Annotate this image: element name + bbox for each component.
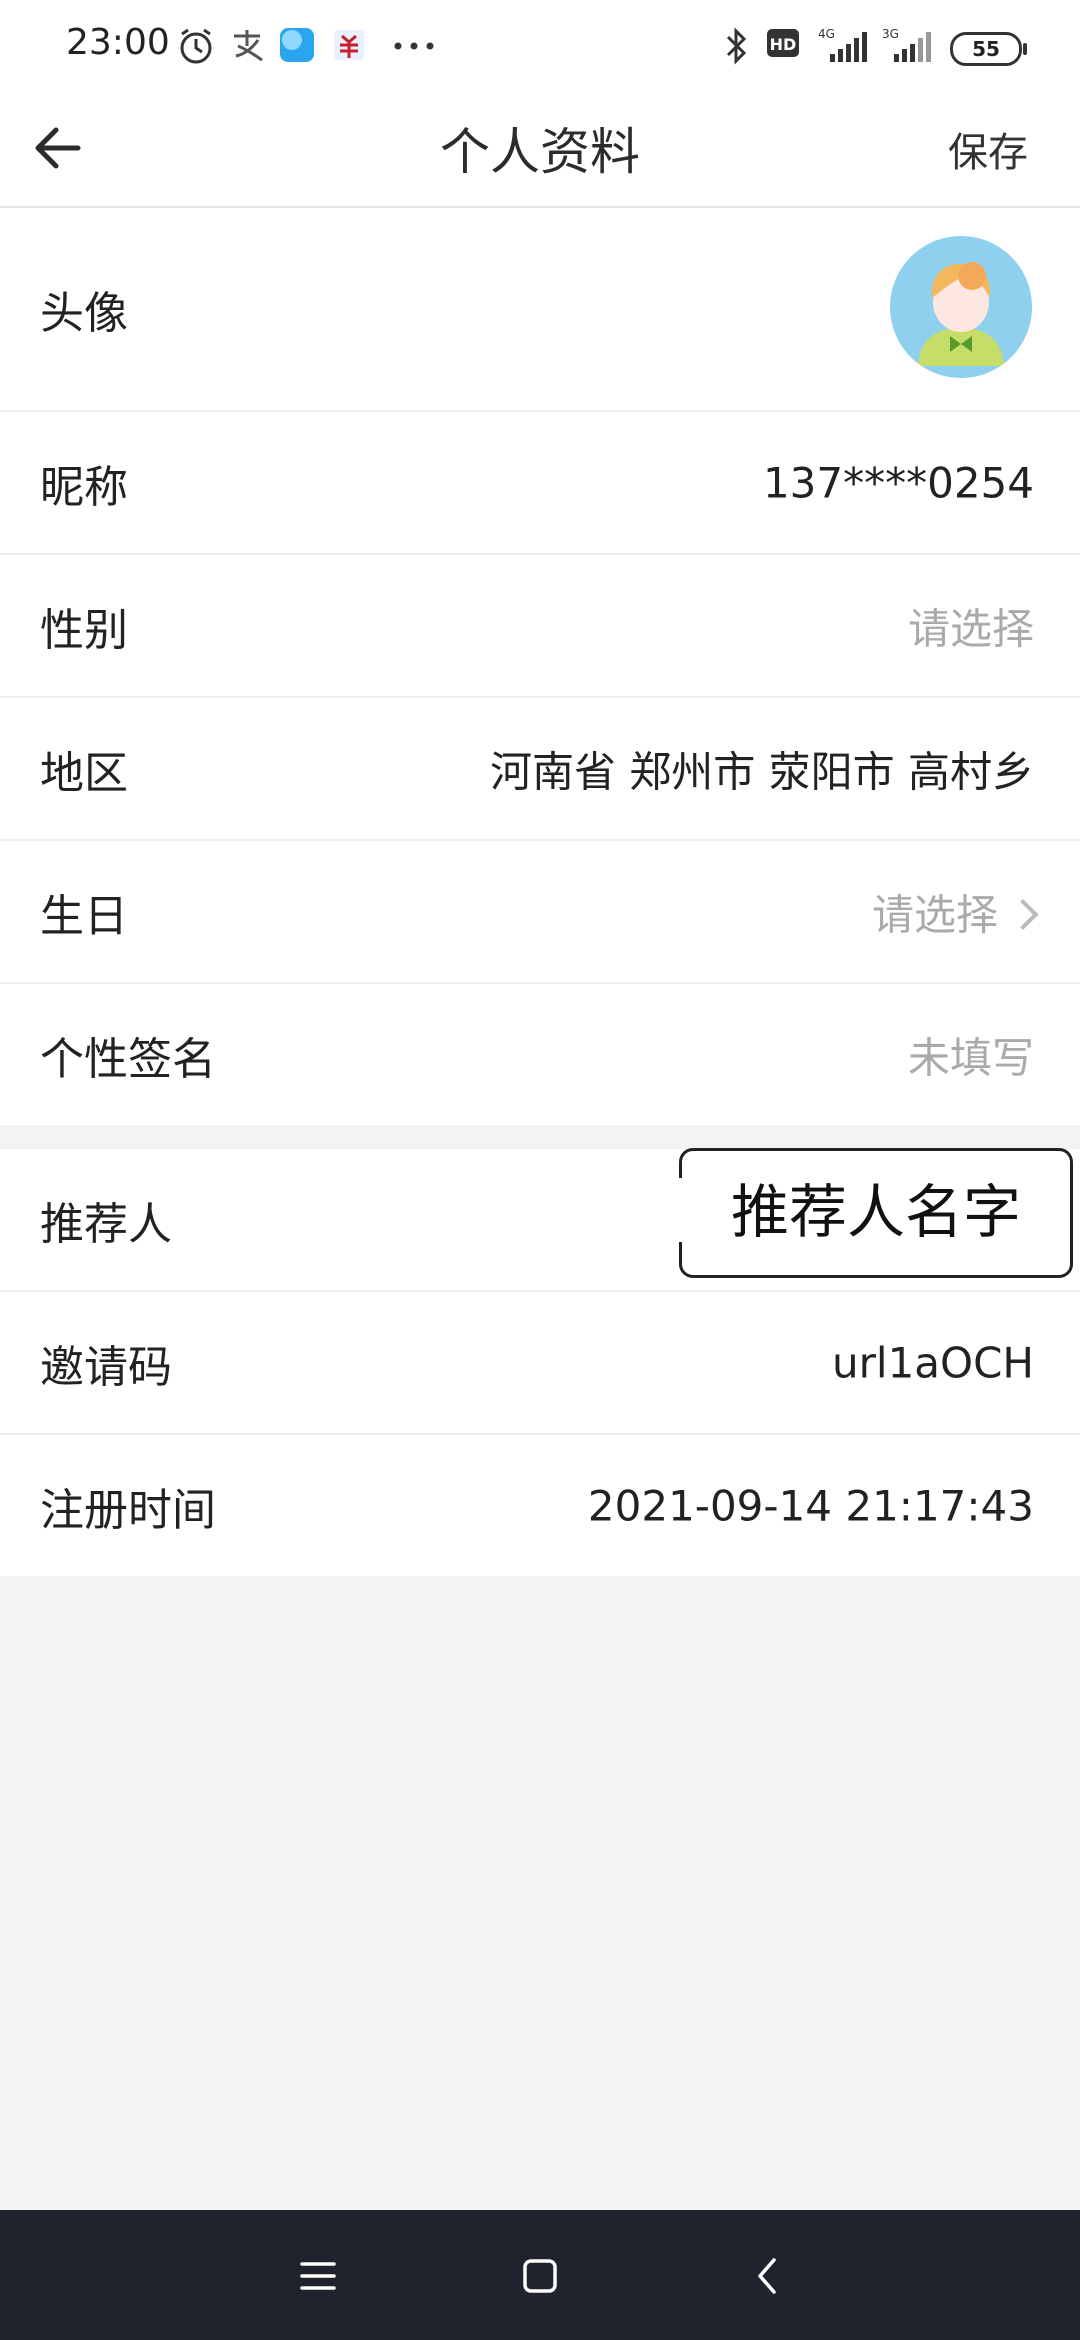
system-nav-bar — [0, 2210, 1080, 2340]
referrer-label: 推荐人 — [40, 1198, 172, 1250]
app-icon — [280, 28, 314, 62]
register-time-label: 注册时间 — [40, 1484, 216, 1536]
signal-4g-icon: 4G — [818, 27, 867, 62]
signal-3g-icon: 3G — [882, 27, 931, 62]
bank-icon — [334, 30, 364, 60]
birthday-value: 请选择 — [871, 890, 998, 939]
battery-indicator: 55 — [950, 32, 1027, 66]
register-time-row: 注册时间 2021-09-14 21:17:43 — [0, 1435, 1080, 1576]
invite-code-row: 邀请码 url1aOCH — [0, 1292, 1080, 1435]
page-title: 个人资料 — [440, 123, 640, 181]
menu-icon[interactable] — [286, 2244, 350, 2308]
hd-icon: HD — [767, 29, 799, 57]
profile-list: 头像 昵称 137****0254 性别 请选择 地区 河南省 郑州市 荥阳市 … — [0, 208, 1080, 1125]
birthday-value-wrap: 请选择 — [871, 881, 1039, 942]
svg-text:3G: 3G — [882, 27, 899, 41]
avatar-label: 头像 — [40, 288, 128, 339]
status-time: 23:00 — [66, 22, 170, 63]
chevron-right-icon — [1007, 898, 1039, 930]
gender-row[interactable]: 性别 请选择 — [0, 555, 1080, 698]
invite-code-label: 邀请码 — [40, 1341, 172, 1393]
svg-text:4G: 4G — [818, 27, 835, 41]
bluetooth-icon — [726, 27, 747, 65]
nickname-label: 昵称 — [40, 461, 128, 513]
alarm-icon — [180, 28, 212, 64]
avatar[interactable] — [890, 236, 1032, 378]
signature-value: 未填写 — [907, 1033, 1034, 1082]
signature-label: 个性签名 — [40, 1033, 216, 1085]
region-value: 河南省 郑州市 荥阳市 高村乡 — [489, 747, 1034, 796]
gender-value: 请选择 — [907, 604, 1034, 653]
status-bar: 23:00 HD 4G 3G 55 — [0, 0, 1080, 92]
invite-code-value: url1aOCH — [832, 1338, 1034, 1387]
alipay-icon — [234, 30, 263, 62]
birthday-label: 生日 — [40, 890, 128, 942]
birthday-row[interactable]: 生日 请选择 — [0, 841, 1080, 984]
more-icon — [394, 42, 434, 50]
save-button[interactable]: 保存 — [948, 120, 1028, 178]
nickname-value: 137****0254 — [762, 458, 1034, 507]
register-time-value: 2021-09-14 21:17:43 — [587, 1481, 1034, 1530]
region-row[interactable]: 地区 河南省 郑州市 荥阳市 高村乡 — [0, 698, 1080, 841]
avatar-image — [890, 236, 1032, 378]
callout-tail-join — [679, 1178, 684, 1242]
svg-text:HD: HD — [770, 35, 797, 54]
referrer-callout: 推荐人名字 — [679, 1148, 1073, 1278]
region-label: 地区 — [40, 747, 128, 799]
nickname-row[interactable]: 昵称 137****0254 — [0, 412, 1080, 555]
signature-row[interactable]: 个性签名 未填写 — [0, 984, 1080, 1125]
gender-label: 性别 — [40, 604, 128, 656]
nav-back-icon[interactable] — [736, 2244, 800, 2308]
app-header: 个人资料 保存 — [0, 92, 1080, 208]
avatar-row[interactable]: 头像 — [0, 208, 1080, 412]
home-icon[interactable] — [508, 2244, 572, 2308]
